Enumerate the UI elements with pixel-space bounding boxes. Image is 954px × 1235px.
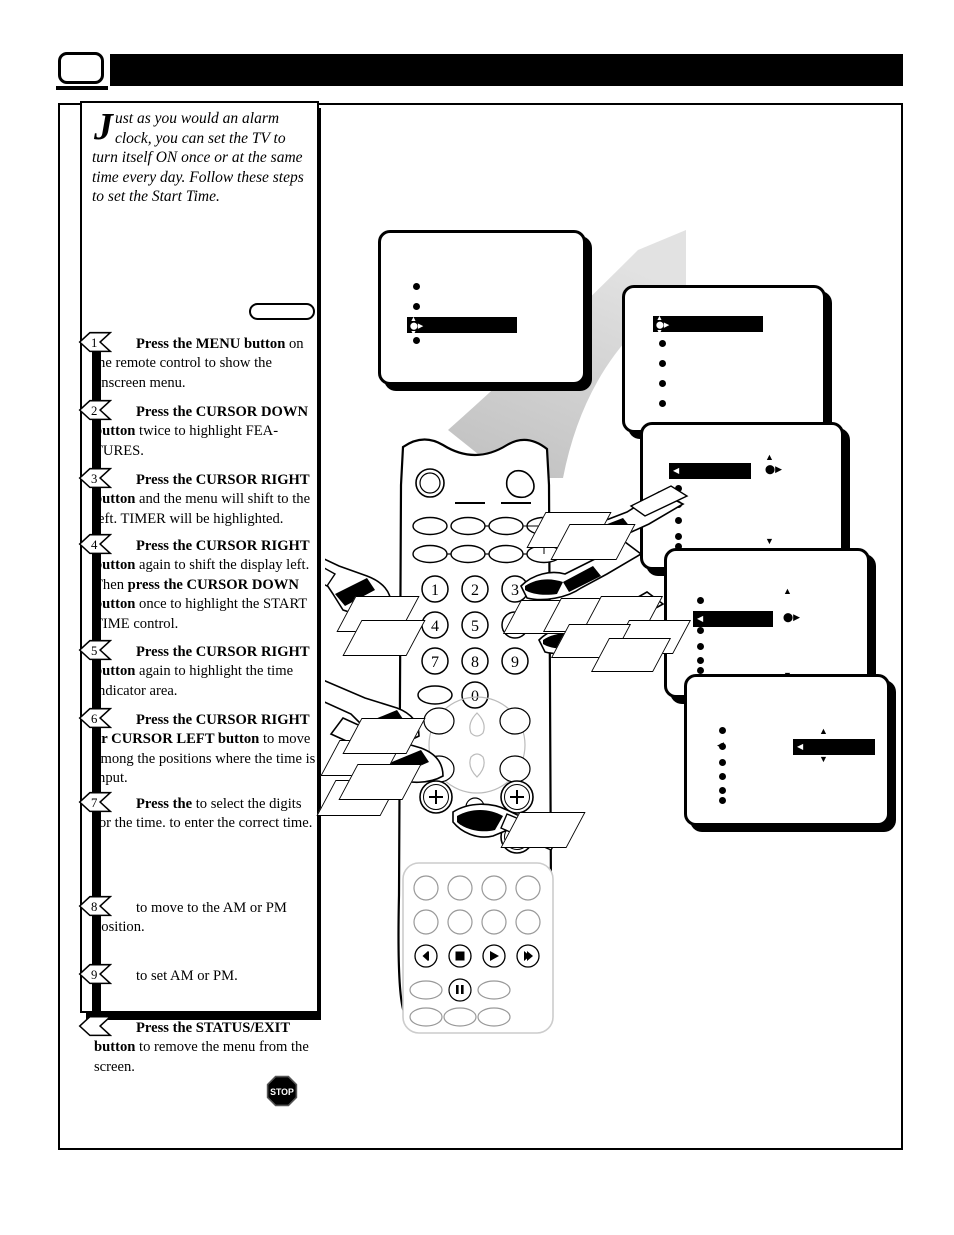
- menu-item-bullet: [413, 283, 420, 290]
- step-marker-diamond: 3: [78, 467, 112, 489]
- menu-item-bullet: [719, 787, 726, 794]
- step-5: 5 Press the CURSOR RIGHT button again to …: [78, 639, 318, 717]
- step-rail: [92, 553, 101, 651]
- pause-button: [448, 978, 472, 1002]
- step-marker-diamond: 2: [78, 399, 112, 421]
- menu-item-bullet: [413, 303, 420, 310]
- menu-item-bullet: [719, 759, 726, 766]
- svg-text:7: 7: [91, 796, 97, 810]
- nav-up-arrow-icon: ▲: [783, 586, 792, 596]
- page-number-box: [58, 52, 104, 84]
- svg-text:3: 3: [91, 472, 97, 486]
- menu-item-bullet: [719, 773, 726, 780]
- step-2: 2 Press the CURSOR DOWN button twice to h…: [78, 399, 318, 477]
- menu-screen-1: ▲ ⬤▶ ▼: [378, 230, 586, 385]
- menu-item-bullet: [413, 337, 420, 344]
- stop-sign-icon: STOP: [266, 1075, 298, 1107]
- step-text: to set AM or PM.: [136, 968, 238, 984]
- step-text: Press the CURSOR RIGHT button again to h…: [94, 644, 310, 699]
- step-marker-diamond: 4: [78, 533, 112, 555]
- step-rail: [92, 727, 101, 799]
- svg-text:1: 1: [91, 336, 97, 350]
- step-final: Press the STATUS/EXIT button to remove t…: [78, 1015, 318, 1077]
- page-number-underline: [56, 86, 108, 90]
- svg-text:6: 6: [91, 712, 97, 726]
- menu-screen-2: ▲ ⬤▶ ▼: [622, 285, 826, 433]
- step-marker-diamond: 1: [78, 331, 112, 353]
- svg-text:8: 8: [91, 900, 97, 914]
- step-marker-diamond: 9: [78, 963, 112, 985]
- step-rail: [92, 811, 101, 907]
- svg-text:2: 2: [91, 404, 97, 418]
- step-1: 1 Press the MENU button on the remote con…: [78, 331, 318, 409]
- step-marker-diamond: [78, 1015, 112, 1037]
- step-marker-diamond: 5: [78, 639, 112, 661]
- menu-screen-5: ◀ ◀ ▲ ⬤▶ ▼: [684, 674, 890, 826]
- menu-highlight-bar[interactable]: ▲ ⬤▶ ▼: [407, 316, 517, 337]
- nav-up-arrow-icon: ▲: [819, 726, 828, 736]
- step-text: Press the CURSOR DOWN button twice to hi…: [94, 404, 309, 459]
- step-text: Press the CURSOR RIGHT button again to s…: [94, 538, 310, 632]
- stop-sign-label: STOP: [270, 1087, 294, 1097]
- cursor-left-icon: ◀: [717, 740, 724, 750]
- step-text: Press the CURSOR RIGHT button and the me…: [94, 472, 311, 527]
- step-4: 4 Press the CURSOR RIGHT button again to …: [78, 533, 318, 651]
- step-text: Press the STATUS/EXIT button to remove t…: [94, 1020, 309, 1075]
- menu-item-bullet: [659, 380, 666, 387]
- nav-up-arrow-icon: ▲: [765, 452, 774, 462]
- intro-text: ust as you would an alarm clock, you can…: [92, 110, 304, 205]
- steps-panel: Just as you would an alarm clock, you ca…: [78, 101, 319, 1107]
- menu-item-bullet: [659, 400, 666, 407]
- section-header-bar: [110, 54, 903, 86]
- step-marker-diamond: 6: [78, 707, 112, 729]
- step-9: 9 to set AM or PM.: [78, 963, 318, 1027]
- step-8: 8 to move to the AM or PM position.: [78, 895, 318, 973]
- menu-item-bullet: [659, 340, 666, 347]
- step-text: to move to the AM or PM position.: [94, 900, 287, 936]
- svg-text:9: 9: [91, 968, 97, 982]
- svg-text:5: 5: [91, 644, 97, 658]
- menu-item-bullet: [719, 727, 726, 734]
- intro-dropcap: J: [94, 106, 113, 148]
- nav-right-arrow-icon: ⬤▶: [819, 738, 836, 748]
- step-marker-diamond: 7: [78, 791, 112, 813]
- nav-right-arrow-icon: ⬤▶: [765, 464, 782, 474]
- svg-text:4: 4: [91, 538, 98, 552]
- step-7: 7 Press the to select the digits for the …: [78, 791, 318, 907]
- nav-down-arrow-icon: ▼: [819, 754, 828, 764]
- nav-right-arrow-icon: ⬤▶: [783, 612, 800, 622]
- menu-highlight-bar[interactable]: ◀: [693, 611, 773, 627]
- step-6: 6 Press the CURSOR RIGHT or CURSOR LEFT b…: [78, 707, 318, 799]
- intro-paragraph: Just as you would an alarm clock, you ca…: [92, 106, 308, 207]
- step-text: Press the to select the digits for the t…: [94, 796, 313, 832]
- step-text: Press the MENU button on the remote cont…: [94, 336, 304, 391]
- step-3: 3 Press the CURSOR RIGHT button and the m…: [78, 467, 318, 545]
- menu-highlight-bar[interactable]: ▲ ⬤▶ ▼: [653, 315, 763, 336]
- step-marker-diamond: 8: [78, 895, 112, 917]
- pill-divider-icon: [249, 303, 315, 320]
- nav-down-arrow-icon: ▼: [765, 536, 774, 546]
- menu-item-bullet: [659, 360, 666, 367]
- step-text: Press the CURSOR RIGHT or CURSOR LEFT bu…: [94, 712, 316, 787]
- menu-item-bullet: [719, 797, 726, 804]
